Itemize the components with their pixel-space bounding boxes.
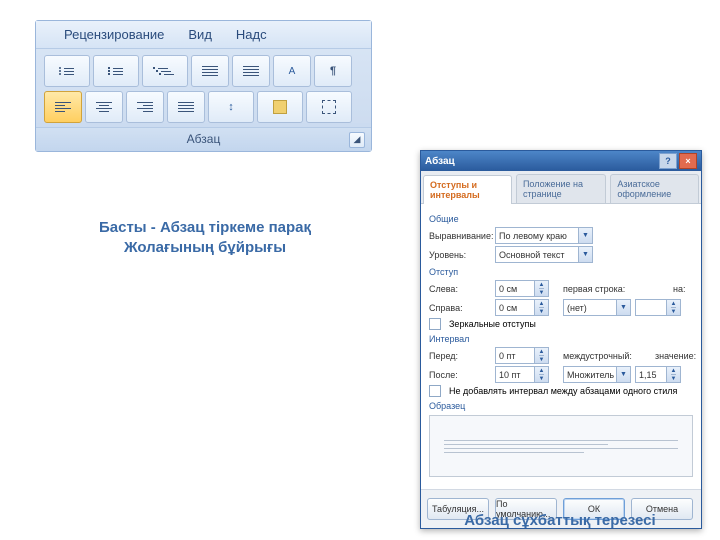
after-spin[interactable]: 10 пт▲▼ [495,366,549,383]
paragraph-dialog: Абзац ? × Отступы и интервалы Положение … [420,150,702,529]
chevron-down-icon: ▼ [578,228,592,243]
first-by-spin[interactable]: ▲▼ [635,299,681,316]
chevron-down-icon: ▼ [616,367,630,382]
group-indent: Отступ [429,267,693,277]
increase-indent-button[interactable] [232,55,270,87]
group-spacing: Интервал [429,334,693,344]
label-before: Перед: [429,351,491,361]
help-button[interactable]: ? [659,153,677,169]
label-after: После: [429,370,491,380]
label-level: Уровень: [429,250,491,260]
sort-button[interactable]: А [273,55,311,87]
line-spacing-combo[interactable]: Множитель▼ [563,366,631,383]
mirror-indent-checkbox[interactable] [429,318,441,330]
line-spacing-value: Множитель [567,370,614,380]
label-first-line: первая строка: [563,284,669,294]
show-pilcrow-button[interactable]: ¶ [314,55,352,87]
first-line-combo[interactable]: (нет) ▼ [563,299,631,316]
label-line-spacing: междустрочный: [563,351,651,361]
line-spacing-icon: ↕ [228,101,234,113]
chevron-down-icon: ▼ [616,300,630,315]
shading-icon [273,100,287,114]
decrease-indent-button[interactable] [191,55,229,87]
ribbon-group-label: Абзац ◢ [36,127,371,151]
indent-left-value: 0 см [499,284,517,294]
chevron-down-icon: ▼ [578,247,592,262]
group-preview: Образец [429,401,693,411]
align-left-button[interactable] [44,91,82,123]
align-justify-button[interactable] [167,91,205,123]
label-right: Справа: [429,303,491,313]
line-by-spin[interactable]: 1,15▲▼ [635,366,681,383]
borders-button[interactable] [306,91,352,123]
level-value: Основной текст [499,250,564,260]
level-combo[interactable]: Основной текст ▼ [495,246,593,263]
group-general: Общие [429,214,693,224]
borders-icon [322,100,336,114]
tab-view[interactable]: Вид [188,27,212,42]
indent-right-spin[interactable]: 0 см▲▼ [495,299,549,316]
ribbon-caption: Басты - Абзац тіркеме парақ Жолағының бұ… [60,218,350,259]
alignment-value: По левому краю [499,231,567,241]
sort-icon: А [289,66,296,77]
label-first-by: на: [673,284,693,294]
line-spacing-button[interactable]: ↕ [208,91,254,123]
alignment-combo[interactable]: По левому краю ▼ [495,227,593,244]
first-line-value: (нет) [567,303,587,313]
dialog-launcher-button[interactable]: ◢ [349,132,365,148]
dialog-title: Абзац [425,156,455,167]
shading-button[interactable] [257,91,303,123]
indent-right-value: 0 см [499,303,517,313]
label-alignment: Выравнивание: [429,231,491,241]
dialog-body: Общие Выравнивание: По левому краю ▼ Уров… [421,204,701,489]
no-space-checkbox[interactable] [429,385,441,397]
tab-page-position[interactable]: Положение на странице [516,174,606,203]
indent-left-spin[interactable]: 0 см▲▼ [495,280,549,297]
before-spin[interactable]: 0 пт▲▼ [495,347,549,364]
number-list-button[interactable] [93,55,139,87]
align-right-button[interactable] [126,91,164,123]
tab-asian[interactable]: Азиатское оформление [610,174,699,203]
tab-addins[interactable]: Надс [236,27,267,42]
after-value: 10 пт [499,370,521,380]
align-center-button[interactable] [85,91,123,123]
label-no-space: Не добавлять интервал между абзацами одн… [449,386,677,396]
paragraph-ribbon-group: Рецензирование Вид Надс А ¶ ↕ Абзац ◢ [35,20,372,152]
dialog-titlebar[interactable]: Абзац ? × [421,151,701,171]
pilcrow-icon: ¶ [330,65,336,77]
bullet-list-button[interactable] [44,55,90,87]
label-mirror: Зеркальные отступы [449,319,536,329]
close-button[interactable]: × [679,153,697,169]
line-by-value: 1,15 [639,370,657,380]
ribbon-tab-strip: Рецензирование Вид Надс [36,21,371,49]
dialog-tabs: Отступы и интервалы Положение на страниц… [421,171,701,204]
tab-review[interactable]: Рецензирование [64,27,164,42]
tab-indents[interactable]: Отступы и интервалы [423,175,512,204]
dialog-caption: Абзац сұхбаттық терезесі [430,512,690,529]
ribbon-body: А ¶ ↕ [36,49,371,123]
label-line-by: значение: [655,351,693,361]
before-value: 0 пт [499,351,516,361]
preview-box [429,415,693,477]
label-left: Слева: [429,284,491,294]
multilevel-list-button[interactable] [142,55,188,87]
group-label-text: Абзац [187,132,221,146]
